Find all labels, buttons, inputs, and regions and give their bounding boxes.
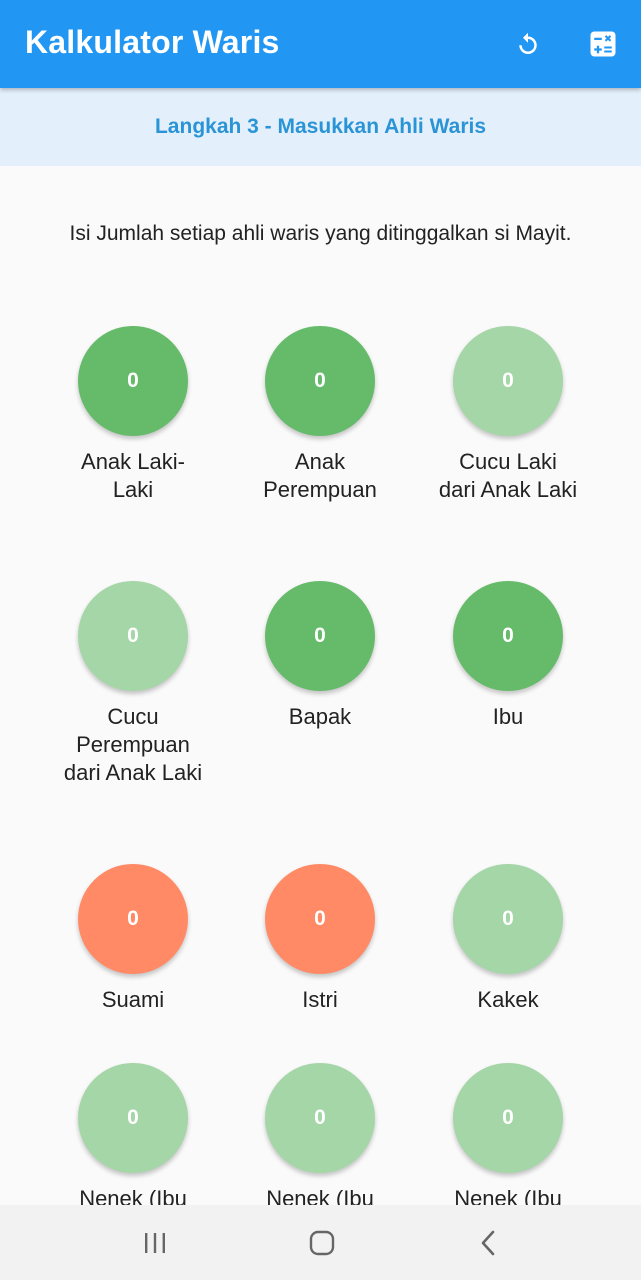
heir-item-cucu-laki[interactable]: 0 Cucu Laki dari Anak Laki bbox=[428, 326, 588, 504]
heir-label: Anak Laki-Laki bbox=[81, 449, 185, 502]
heir-count-circle[interactable]: 0 bbox=[78, 864, 188, 974]
heir-count-circle[interactable]: 0 bbox=[453, 581, 563, 691]
heir-label: Istri bbox=[302, 987, 338, 1012]
heir-label: Nenek (Ibu bbox=[266, 1186, 374, 1205]
heir-item-cucu-perempuan[interactable]: 0 Cucu Perempuan dari Anak Laki bbox=[53, 581, 213, 787]
heir-count-circle[interactable]: 0 bbox=[265, 581, 375, 691]
heir-label: Suami bbox=[101, 987, 165, 1012]
heir-count-circle[interactable]: 0 bbox=[453, 1063, 563, 1173]
heir-label: Ibu bbox=[492, 704, 524, 729]
heir-item-kakek[interactable]: 0 Kakek bbox=[428, 864, 588, 1014]
home-icon bbox=[309, 1230, 335, 1256]
heir-count-circle[interactable]: 0 bbox=[78, 581, 188, 691]
heir-item-suami[interactable]: 0 Suami bbox=[53, 864, 213, 1014]
calculate-button[interactable] bbox=[581, 22, 625, 66]
calculator-icon bbox=[590, 31, 616, 57]
heir-grid: 0 Anak Laki-Laki 0 Anak Perempuan 0 Cucu… bbox=[0, 0, 641, 1205]
heir-item-nenek-2[interactable]: 0 Nenek (Ibu bbox=[240, 1063, 400, 1205]
heir-item-ibu[interactable]: 0 Ibu bbox=[428, 581, 588, 731]
heir-count-circle[interactable]: 0 bbox=[453, 864, 563, 974]
heir-label: Cucu Perempuan dari Anak Laki bbox=[63, 704, 203, 785]
heir-count-circle[interactable]: 0 bbox=[265, 1063, 375, 1173]
recent-apps-button[interactable] bbox=[133, 1225, 177, 1261]
app-bar: Kalkulator Waris bbox=[0, 0, 641, 88]
heir-item-istri[interactable]: 0 Istri bbox=[240, 864, 400, 1014]
heir-count-circle[interactable]: 0 bbox=[265, 326, 375, 436]
heir-item-anak-laki-laki[interactable]: 0 Anak Laki-Laki bbox=[53, 326, 213, 504]
heir-item-bapak[interactable]: 0 Bapak bbox=[240, 581, 400, 731]
reset-button[interactable] bbox=[506, 22, 550, 66]
home-button[interactable] bbox=[300, 1225, 344, 1261]
refresh-icon bbox=[519, 32, 537, 54]
heir-label: Nenek (Ibu bbox=[79, 1186, 187, 1205]
heir-item-nenek-3[interactable]: 0 Nenek (Ibu bbox=[428, 1063, 588, 1205]
app-title: Kalkulator Waris bbox=[25, 24, 280, 60]
heir-item-nenek-1[interactable]: 0 Nenek (Ibu bbox=[53, 1063, 213, 1205]
heir-label: Kakek bbox=[477, 987, 539, 1012]
heir-label: Anak Perempuan bbox=[263, 449, 377, 502]
recent-apps-icon bbox=[145, 1233, 165, 1253]
heir-count-circle[interactable]: 0 bbox=[78, 326, 188, 436]
heir-count-circle[interactable]: 0 bbox=[453, 326, 563, 436]
heir-label: Nenek (Ibu bbox=[454, 1186, 562, 1205]
heir-label: Bapak bbox=[288, 704, 352, 729]
heir-item-anak-perempuan[interactable]: 0 Anak Perempuan bbox=[240, 326, 400, 504]
heir-count-circle[interactable]: 0 bbox=[265, 864, 375, 974]
heir-label: Cucu Laki dari Anak Laki bbox=[438, 449, 578, 502]
system-nav-bar bbox=[0, 1205, 641, 1280]
back-icon bbox=[481, 1230, 495, 1256]
back-button[interactable] bbox=[467, 1225, 511, 1261]
heir-count-circle[interactable]: 0 bbox=[78, 1063, 188, 1173]
